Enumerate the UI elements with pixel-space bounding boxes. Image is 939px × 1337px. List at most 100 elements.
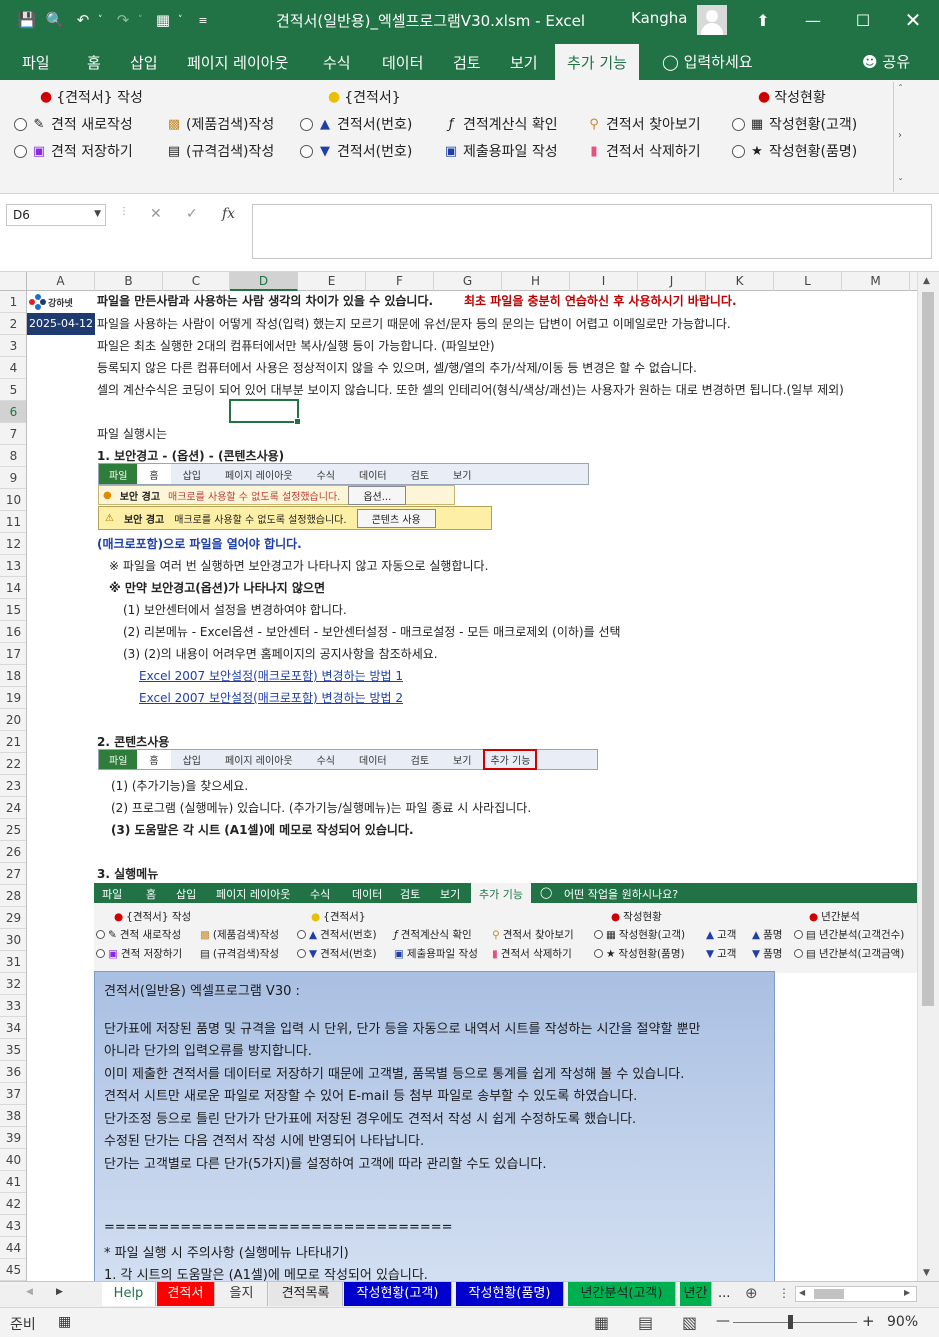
row-header[interactable]: 21 <box>0 731 26 753</box>
worksheet-grid[interactable]: 강하넷 2025-04-12 파일을 만든사람과 사용하는 사람 생각의 차이가… <box>27 291 917 1281</box>
tab-scroll-right-icon[interactable]: ▶ <box>56 1287 63 1297</box>
radio-icon[interactable] <box>300 117 313 131</box>
maximize-icon[interactable]: ☐ <box>838 0 888 40</box>
more-tabs-label[interactable]: ... <box>718 1286 730 1301</box>
avatar[interactable] <box>697 5 727 35</box>
form-icon[interactable]: ▦ <box>150 7 176 33</box>
insert-function-icon[interactable]: fx <box>222 206 235 222</box>
tab-add-ins[interactable]: 추가 기능 <box>555 44 639 80</box>
radio-icon[interactable] <box>732 117 745 131</box>
row-header[interactable]: 13 <box>0 555 26 577</box>
zoom-in-icon[interactable]: + <box>862 1312 875 1330</box>
row-header[interactable]: 19 <box>0 687 26 709</box>
row-header[interactable]: 41 <box>0 1171 26 1193</box>
row-header[interactable]: 42 <box>0 1193 26 1215</box>
row-header[interactable]: 44 <box>0 1237 26 1259</box>
btn-spec-search[interactable]: ▤ (규격검색)작성 <box>166 141 274 161</box>
selected-cell-d6[interactable] <box>229 399 301 425</box>
undo-icon[interactable]: ↶ <box>70 7 96 33</box>
row-header[interactable]: 40 <box>0 1149 26 1171</box>
tab-home[interactable]: 홈 <box>87 52 101 73</box>
normal-view-icon[interactable]: ▦ <box>594 1313 609 1332</box>
date-cell[interactable]: 2025-04-12 <box>27 313 95 335</box>
sheet-tab-status-product[interactable]: 작성현황(품명) <box>456 1282 564 1306</box>
btn-save-estimate[interactable]: ▣ 견적 저장하기 <box>14 141 133 161</box>
row-header[interactable]: 36 <box>0 1061 26 1083</box>
row-header[interactable]: 20 <box>0 709 26 731</box>
row-header[interactable]: 2 <box>0 313 26 335</box>
tab-data[interactable]: 데이터 <box>382 52 423 73</box>
radio-icon[interactable] <box>14 117 27 131</box>
row-header[interactable]: 10 <box>0 489 26 511</box>
row-header[interactable]: 23 <box>0 775 26 797</box>
share-button[interactable]: ☻ 공유 <box>862 51 910 72</box>
row-header[interactable]: 43 <box>0 1215 26 1237</box>
zoom-slider-track[interactable] <box>733 1322 857 1323</box>
btn-new-estimate[interactable]: ✎ 견적 새로작성 <box>14 114 133 134</box>
formula-input[interactable] <box>252 204 932 259</box>
col-header-d[interactable]: D <box>230 272 298 291</box>
form-dropdown-icon[interactable]: ˅ <box>178 15 188 25</box>
zoom-slider-thumb[interactable] <box>788 1315 793 1329</box>
row-header[interactable]: 17 <box>0 643 26 665</box>
row-header[interactable]: 3 <box>0 335 26 357</box>
redo-dropdown-icon[interactable]: ˅ <box>138 15 148 25</box>
sheet-tab-annual-customer[interactable]: 년간분석(고객) <box>568 1282 676 1306</box>
tab-file[interactable]: 파일 <box>22 52 50 73</box>
vertical-scrollbar[interactable]: ▲ ▼ <box>917 272 939 1281</box>
zoom-out-icon[interactable]: — <box>716 1313 730 1329</box>
row-header[interactable]: 34 <box>0 1017 26 1039</box>
row-header[interactable]: 30 <box>0 929 26 951</box>
radio-icon[interactable] <box>732 144 745 158</box>
chevron-up-icon[interactable]: ˆ <box>898 84 903 95</box>
row-header[interactable]: 8 <box>0 445 26 467</box>
ribbon-scroll[interactable]: ˆ › ˇ <box>893 82 913 192</box>
scroll-thumb[interactable] <box>814 1289 844 1299</box>
undo-dropdown-icon[interactable]: ˅ <box>98 15 108 25</box>
row-header[interactable]: 35 <box>0 1039 26 1061</box>
page-break-view-icon[interactable]: ▧ <box>682 1313 697 1332</box>
row-header[interactable]: 28 <box>0 885 26 907</box>
redo-icon[interactable]: ↷ <box>110 7 136 33</box>
row-header[interactable]: 12 <box>0 533 26 555</box>
btn-status-customer[interactable]: ▦ 작성현황(고객) <box>732 114 857 134</box>
col-header-k[interactable]: K <box>706 272 774 291</box>
chevron-down-icon[interactable]: ˇ <box>898 178 903 189</box>
link-security-2[interactable]: Excel 2007 보안설정(매크로포함) 변경하는 방법 2 <box>139 689 403 706</box>
col-header-b[interactable]: B <box>95 272 163 291</box>
row-header[interactable]: 9 <box>0 467 26 489</box>
scroll-thumb[interactable] <box>922 292 934 1006</box>
col-header-g[interactable]: G <box>434 272 502 291</box>
row-header[interactable]: 7 <box>0 423 26 445</box>
row-header[interactable]: 39 <box>0 1127 26 1149</box>
row-header[interactable]: 27 <box>0 863 26 885</box>
row-header[interactable]: 4 <box>0 357 26 379</box>
description-note[interactable]: 견적서(일반용) 엑셀프로그램 V30 : 단가표에 저장된 품명 및 규격을 … <box>94 971 775 1281</box>
horizontal-scrollbar[interactable]: ◀ ▶ <box>795 1286 917 1302</box>
user-name[interactable]: Kangha <box>631 9 688 27</box>
btn-submit-file[interactable]: ▣ 제출용파일 작성 <box>443 141 558 161</box>
save-icon[interactable]: 💾 <box>14 7 40 33</box>
close-icon[interactable]: ✕ <box>888 0 938 40</box>
row-header[interactable]: 37 <box>0 1083 26 1105</box>
row-header[interactable]: 38 <box>0 1105 26 1127</box>
btn-find-estimate[interactable]: ⚲ 견적서 찾아보기 <box>586 114 700 134</box>
btn-check-formula[interactable]: ƒ 견적계산식 확인 <box>443 114 558 134</box>
enter-icon[interactable]: ✓ <box>186 206 198 222</box>
cancel-icon[interactable]: ✕ <box>150 206 162 222</box>
row-header[interactable]: 15 <box>0 599 26 621</box>
zoom-level[interactable]: 90% <box>887 1314 918 1330</box>
sheet-tab-estimate[interactable]: 견적서 <box>157 1282 215 1306</box>
col-header-f[interactable]: F <box>366 272 434 291</box>
col-header-j[interactable]: J <box>638 272 706 291</box>
row-header[interactable]: 45 <box>0 1259 26 1281</box>
customize-icon[interactable]: ≡ <box>190 7 216 33</box>
row-header[interactable]: 32 <box>0 973 26 995</box>
col-header-h[interactable]: H <box>502 272 570 291</box>
tell-me-box[interactable]: ◯ 입력하세요 <box>662 51 753 72</box>
radio-icon[interactable] <box>14 144 27 158</box>
row-header[interactable]: 24 <box>0 797 26 819</box>
col-header-i[interactable]: I <box>570 272 638 291</box>
btn-product-search[interactable]: ▩ (제품검색)작성 <box>166 114 274 134</box>
minimize-icon[interactable]: — <box>788 0 838 40</box>
